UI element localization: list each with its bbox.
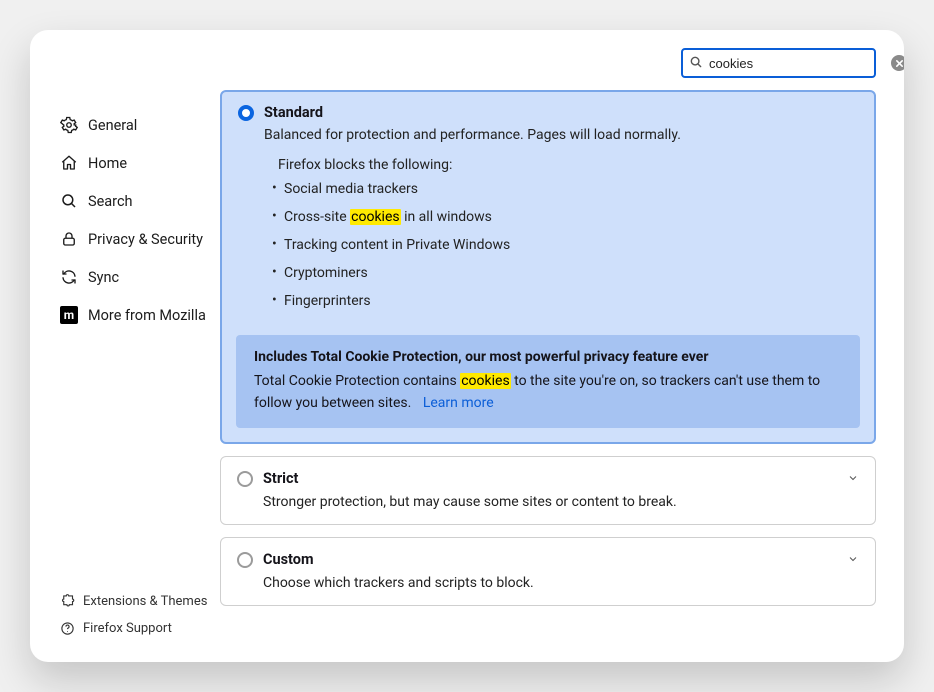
list-item: Social media trackers [284, 175, 858, 203]
blocks-intro: Firefox blocks the following: [222, 149, 874, 175]
radio-custom[interactable] [237, 552, 253, 568]
sidebar-item-label: Search [88, 193, 133, 210]
sidebar-item-privacy[interactable]: Privacy & Security [60, 220, 220, 258]
radio-standard[interactable] [238, 105, 254, 121]
radio-strict[interactable] [237, 471, 253, 487]
learn-more-link[interactable]: Learn more [423, 395, 494, 411]
chevron-down-icon[interactable] [847, 469, 859, 488]
panel-header[interactable]: Strict [221, 457, 875, 492]
topbar [30, 30, 904, 86]
search-highlight: cookies [350, 209, 400, 225]
sidebar-bottom-extensions[interactable]: Extensions & Themes [60, 588, 220, 615]
sidebar-bottom-support[interactable]: Firefox Support [60, 615, 220, 642]
sidebar-item-label: Home [88, 155, 127, 172]
panel-title: Strict [263, 470, 298, 487]
content-area: Standard Balanced for protection and per… [220, 86, 904, 662]
list-item: Fingerprinters [284, 287, 858, 315]
panel-title: Custom [263, 551, 314, 568]
home-icon [60, 154, 78, 172]
sidebar-item-home[interactable]: Home [60, 144, 220, 182]
panel-description: Stronger protection, but may cause some … [221, 492, 875, 524]
panel-description: Balanced for protection and performance.… [222, 125, 874, 149]
sidebar-item-sync[interactable]: Sync [60, 258, 220, 296]
tcp-callout: Includes Total Cookie Protection, our mo… [236, 335, 860, 428]
text-fragment: in all windows [401, 209, 492, 225]
sidebar-item-search[interactable]: Search [60, 182, 220, 220]
lock-icon [60, 230, 78, 248]
sidebar-item-label: Privacy & Security [88, 231, 203, 248]
clear-search-icon[interactable] [891, 55, 904, 71]
sidebar-item-label: More from Mozilla [88, 307, 206, 324]
search-icon [60, 192, 78, 210]
sync-icon [60, 268, 78, 286]
gear-icon [60, 116, 78, 134]
list-item: Cryptominers [284, 259, 858, 287]
sidebar-bottom-label: Extensions & Themes [83, 594, 207, 609]
body: General Home Search [30, 86, 904, 662]
list-item: Tracking content in Private Windows [284, 231, 858, 259]
chevron-down-icon[interactable] [847, 550, 859, 569]
list-item: Cross-site cookies in all windows [284, 203, 858, 231]
sidebar-item-label: General [88, 117, 137, 134]
sidebar-bottom-label: Firefox Support [83, 621, 172, 636]
etp-strict-panel[interactable]: Strict Stronger protection, but may caus… [220, 456, 876, 525]
question-icon [60, 621, 75, 636]
sidebar-item-mozilla[interactable]: m More from Mozilla [60, 296, 220, 334]
puzzle-icon [60, 594, 75, 609]
sidebar-footer: Extensions & Themes Firefox Support [60, 588, 220, 662]
preferences-window: General Home Search [30, 30, 904, 662]
panel-header[interactable]: Standard [222, 92, 874, 125]
tcp-title: Includes Total Cookie Protection, our mo… [254, 349, 842, 365]
panel-title: Standard [264, 104, 323, 121]
sidebar-item-label: Sync [88, 269, 119, 286]
panel-description: Choose which trackers and scripts to blo… [221, 573, 875, 605]
text-fragment: Total Cookie Protection contains [254, 373, 460, 389]
search-highlight: cookies [460, 373, 510, 389]
panel-header[interactable]: Custom [221, 538, 875, 573]
search-icon [689, 54, 703, 73]
sidebar-item-general[interactable]: General [60, 106, 220, 144]
mozilla-icon: m [60, 306, 78, 324]
search-box[interactable] [681, 48, 876, 78]
sidebar: General Home Search [30, 86, 220, 662]
tcp-body: Total Cookie Protection contains cookies… [254, 371, 842, 414]
text-fragment: Cross-site [284, 209, 350, 225]
blocks-list: Social media trackers Cross-site cookies… [222, 175, 874, 327]
etp-custom-panel[interactable]: Custom Choose which trackers and scripts… [220, 537, 876, 606]
etp-standard-panel[interactable]: Standard Balanced for protection and per… [220, 90, 876, 444]
search-input[interactable] [709, 56, 885, 71]
